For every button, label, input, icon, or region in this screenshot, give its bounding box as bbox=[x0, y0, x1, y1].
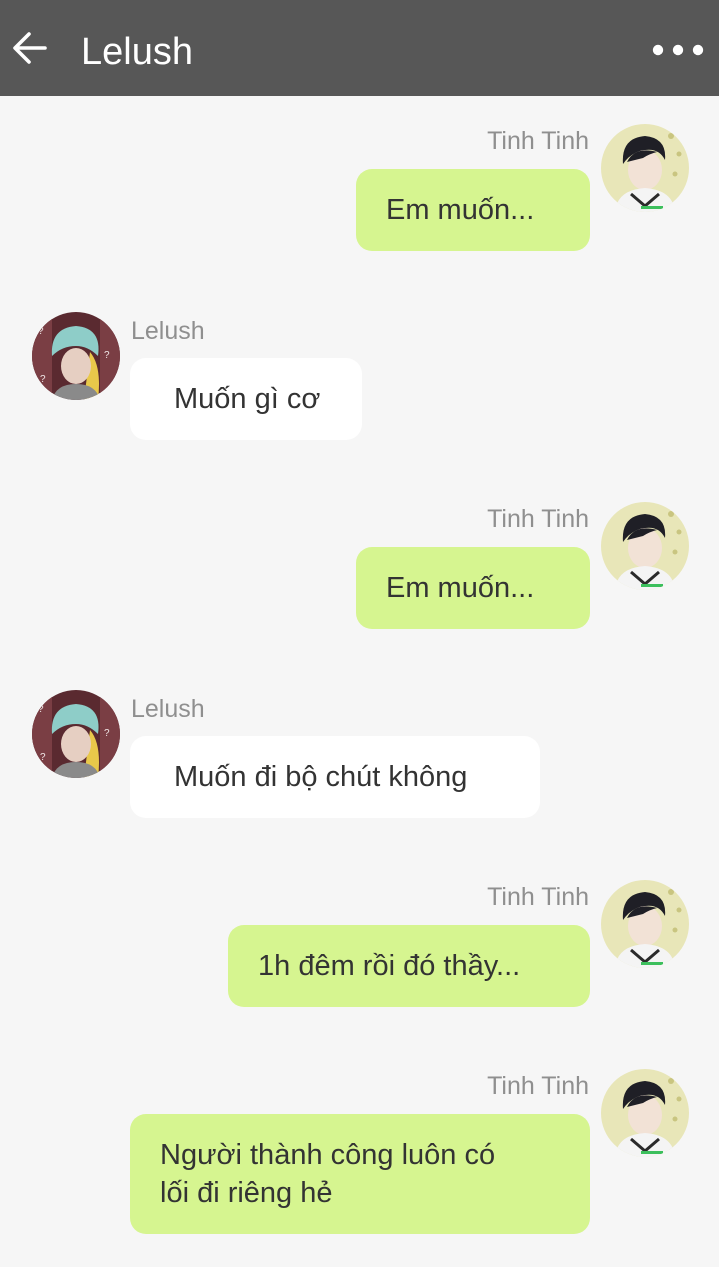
message-text: Muốn đi bộ chút không bbox=[174, 761, 468, 793]
svg-text:?: ? bbox=[38, 704, 44, 715]
avatar-tinh-tinh[interactable] bbox=[601, 1069, 689, 1157]
avatar-tinh-tinh[interactable] bbox=[601, 880, 689, 968]
svg-text:?: ? bbox=[40, 752, 46, 763]
sender-name: Tinh Tinh bbox=[487, 505, 589, 533]
message-text: Em muốn... bbox=[386, 194, 535, 226]
sender-name: Tinh Tinh bbox=[487, 1072, 589, 1100]
profile-photo-icon: ??? bbox=[32, 312, 120, 400]
message-text: Em muốn... bbox=[386, 572, 535, 604]
more-horizontal-icon bbox=[652, 44, 704, 56]
message-bubble[interactable]: Em muốn... bbox=[356, 547, 590, 629]
profile-photo-icon bbox=[601, 124, 689, 212]
svg-text:?: ? bbox=[40, 374, 46, 385]
avatar-lelush[interactable]: ??? bbox=[32, 312, 120, 400]
message-bubble[interactable]: 1h đêm rồi đó thầy... bbox=[228, 925, 590, 1007]
message-bubble[interactable]: Người thành công luôn có lối đi riêng hẻ bbox=[130, 1114, 590, 1234]
message-bubble[interactable]: Em muốn... bbox=[356, 169, 590, 251]
message-text: Người thành công luôn có lối đi riêng hẻ bbox=[160, 1139, 496, 1209]
sender-name: Lelush bbox=[131, 317, 205, 345]
message-text: 1h đêm rồi đó thầy... bbox=[258, 950, 521, 982]
svg-text:?: ? bbox=[104, 350, 110, 361]
profile-photo-icon bbox=[601, 502, 689, 590]
back-button[interactable] bbox=[8, 24, 52, 72]
sender-name: Tinh Tinh bbox=[487, 127, 589, 155]
profile-photo-icon bbox=[601, 1069, 689, 1157]
sender-name: Tinh Tinh bbox=[487, 883, 589, 911]
app-header: Lelush bbox=[0, 0, 719, 96]
avatar-tinh-tinh[interactable] bbox=[601, 502, 689, 590]
svg-text:?: ? bbox=[38, 326, 44, 337]
more-options-button[interactable] bbox=[646, 28, 710, 72]
sender-name: Lelush bbox=[131, 695, 205, 723]
avatar-tinh-tinh[interactable] bbox=[601, 124, 689, 212]
message-text: Muốn gì cơ bbox=[174, 383, 321, 415]
arrow-left-icon bbox=[13, 32, 47, 64]
chat-title: Lelush bbox=[81, 31, 193, 73]
svg-text:?: ? bbox=[104, 728, 110, 739]
message-bubble[interactable]: Muốn gì cơ bbox=[130, 358, 362, 440]
avatar-lelush[interactable]: ??? bbox=[32, 690, 120, 778]
profile-photo-icon bbox=[601, 880, 689, 968]
message-bubble[interactable]: Muốn đi bộ chút không bbox=[130, 736, 540, 818]
profile-photo-icon: ??? bbox=[32, 690, 120, 778]
